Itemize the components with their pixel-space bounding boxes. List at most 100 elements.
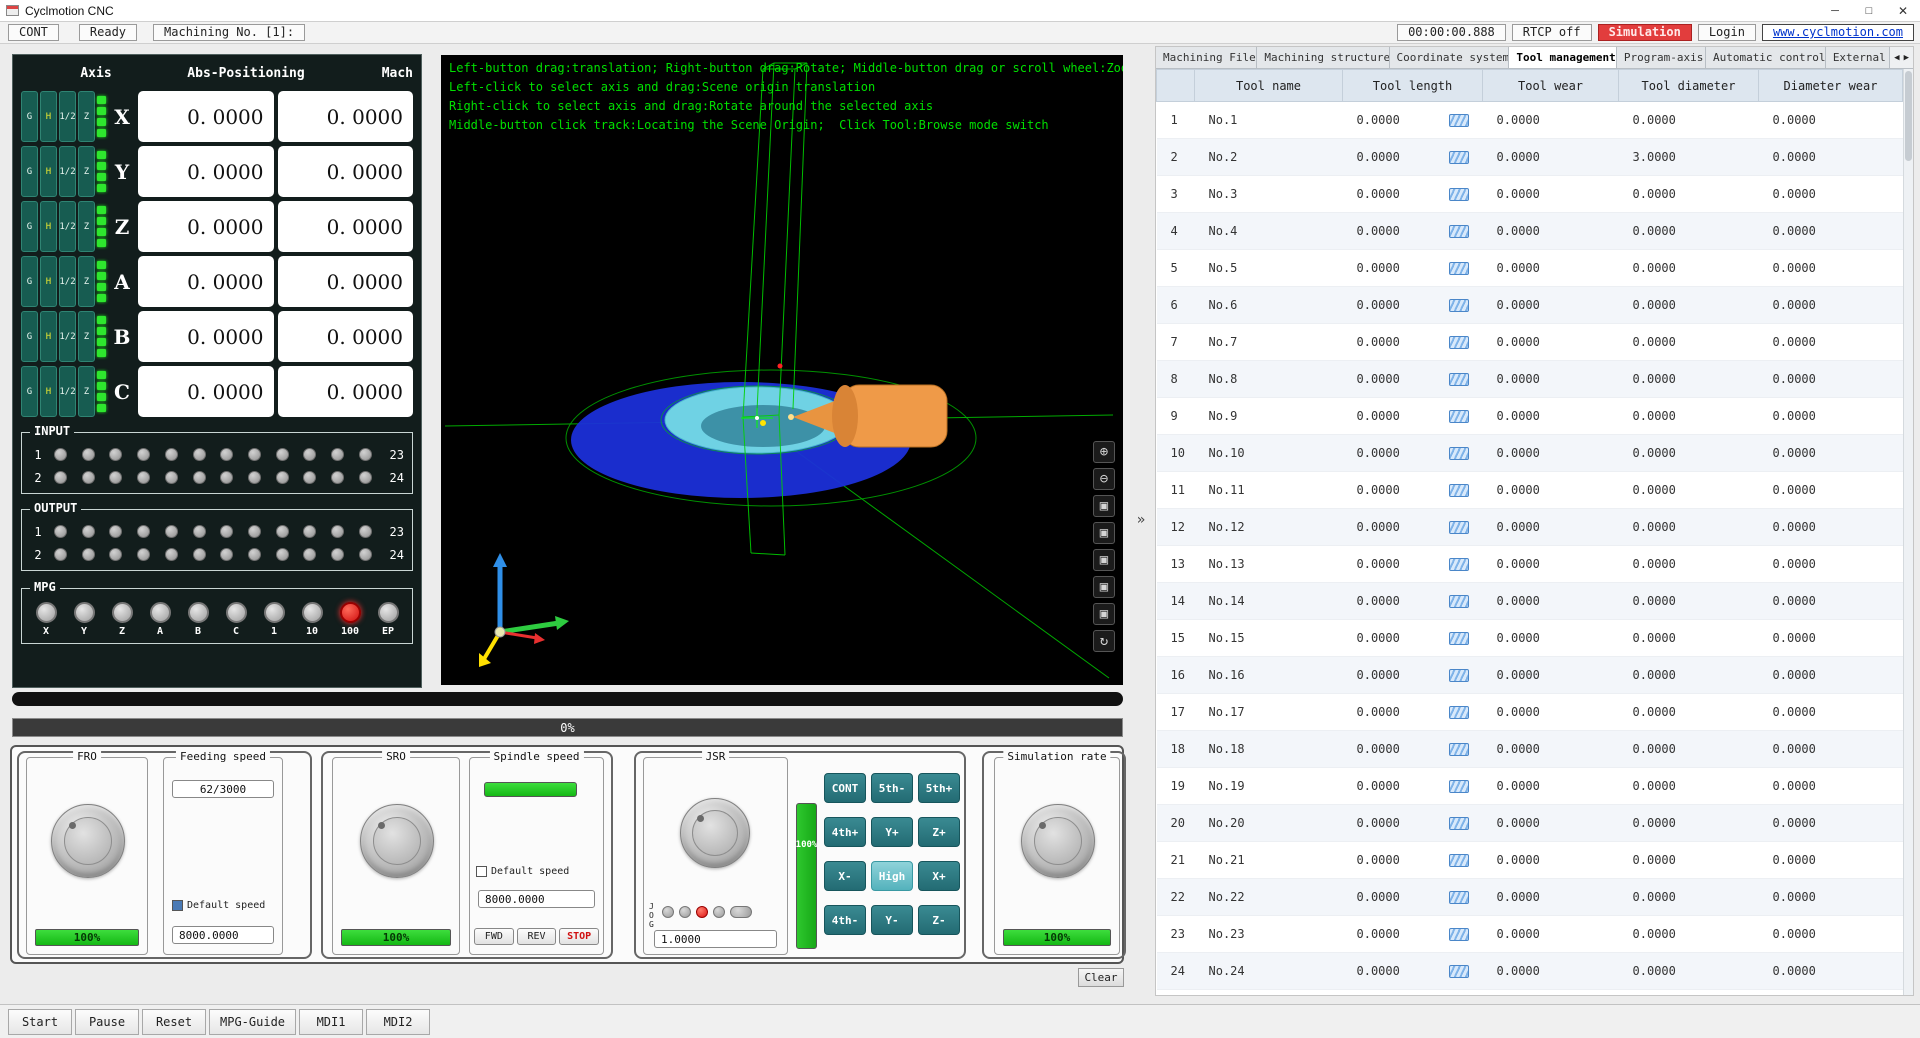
zoom-out-icon[interactable]: ⊖	[1093, 468, 1115, 490]
mpg-button-100[interactable]: 100	[334, 602, 366, 637]
axis-mode-button-h[interactable]: H	[40, 91, 57, 142]
measure-icon[interactable]	[1449, 595, 1469, 608]
pause-button[interactable]: Pause	[75, 1009, 139, 1035]
jog-button-yminus[interactable]: Y-	[871, 905, 913, 935]
jog-button-4thplus[interactable]: 4th+	[824, 817, 866, 847]
zoom-in-icon[interactable]: ⊕	[1093, 441, 1115, 463]
axis-mode-button-h[interactable]: H	[40, 311, 57, 362]
measure-icon[interactable]	[1449, 854, 1469, 867]
jog-button-yplus[interactable]: Y+	[871, 817, 913, 847]
reset-button[interactable]: Reset	[142, 1009, 206, 1035]
measure-icon[interactable]	[1449, 817, 1469, 830]
tab-next-icon[interactable]: ▶	[1903, 51, 1910, 65]
login-button[interactable]: Login	[1698, 24, 1756, 41]
axis-mode-button-h[interactable]: H	[40, 146, 57, 197]
axis-mode-button-g[interactable]: G	[21, 201, 38, 252]
axis-mode-button-1-2[interactable]: 1/2	[59, 256, 76, 307]
tool-table-row[interactable]: 18No.180.00000.00000.00000.0000	[1157, 731, 1903, 768]
feeding-default-checkbox[interactable]	[172, 900, 183, 911]
tool-table-row[interactable]: 8No.80.00000.00000.00000.0000	[1157, 361, 1903, 398]
scene-viewport[interactable]: Left-button drag:translation; Right-butt…	[441, 55, 1123, 685]
tool-table-row[interactable]: 3No.30.00000.00000.00000.0000	[1157, 176, 1903, 213]
tab-automatic-control[interactable]: Automatic control	[1706, 47, 1826, 68]
jsr-step-value[interactable]: 1.0000	[654, 930, 777, 948]
jog-button-5thplus[interactable]: 5th+	[918, 773, 960, 803]
axis-mode-button-z[interactable]: Z	[78, 201, 95, 252]
tool-table-row[interactable]: 12No.120.00000.00000.00000.0000	[1157, 509, 1903, 546]
axis-mode-button-z[interactable]: Z	[78, 311, 95, 362]
measure-icon[interactable]	[1449, 965, 1469, 978]
measure-icon[interactable]	[1449, 410, 1469, 423]
measure-icon[interactable]	[1449, 447, 1469, 460]
axis-mode-button-1-2[interactable]: 1/2	[59, 146, 76, 197]
tool-table-row[interactable]: 21No.210.00000.00000.00000.0000	[1157, 842, 1903, 879]
measure-icon[interactable]	[1449, 484, 1469, 497]
tool-table-row[interactable]: 16No.160.00000.00000.00000.0000	[1157, 657, 1903, 694]
reset-icon[interactable]: ↻	[1093, 630, 1115, 652]
tab-coordinate-system[interactable]: Coordinate system	[1390, 47, 1510, 68]
axis-mode-button-h[interactable]: H	[40, 201, 57, 252]
mpg-button-x[interactable]: X	[30, 602, 62, 637]
tool-table-row[interactable]: 22No.220.00000.00000.00000.0000	[1157, 879, 1903, 916]
measure-icon[interactable]	[1449, 928, 1469, 941]
tool-table-row[interactable]: 15No.150.00000.00000.00000.0000	[1157, 620, 1903, 657]
spindle-default-checkbox[interactable]	[476, 866, 487, 877]
measure-icon[interactable]	[1449, 669, 1469, 682]
axis-mode-button-1-2[interactable]: 1/2	[59, 366, 76, 417]
tool-table-row[interactable]: 2No.20.00000.00003.00000.0000	[1157, 139, 1903, 176]
mpg-button-b[interactable]: B	[182, 602, 214, 637]
minimize-icon[interactable]: ─	[1818, 0, 1852, 21]
table-scrollbar[interactable]	[1903, 69, 1913, 995]
measure-icon[interactable]	[1449, 114, 1469, 127]
tool-table-row[interactable]: 20No.200.00000.00000.00000.0000	[1157, 805, 1903, 842]
jog-button-cont[interactable]: CONT	[824, 773, 866, 803]
tool-table-row[interactable]: 24No.240.00000.00000.00000.0000	[1157, 953, 1903, 990]
axis-mode-button-h[interactable]: H	[40, 256, 57, 307]
rtcp-toggle[interactable]: RTCP off	[1512, 24, 1592, 41]
tool-table-row[interactable]: 17No.170.00000.00000.00000.0000	[1157, 694, 1903, 731]
axis-mode-button-g[interactable]: G	[21, 146, 38, 197]
axis-mode-button-1-2[interactable]: 1/2	[59, 311, 76, 362]
tab-machining-file[interactable]: Machining File	[1156, 47, 1257, 68]
mpg-button-1[interactable]: 1	[258, 602, 290, 637]
tool-table-row[interactable]: 7No.70.00000.00000.00000.0000	[1157, 324, 1903, 361]
tool-table-row[interactable]: 5No.50.00000.00000.00000.0000	[1157, 250, 1903, 287]
tab-tool-management[interactable]: Tool management	[1509, 47, 1617, 68]
measure-icon[interactable]	[1449, 373, 1469, 386]
jog-button-xplus[interactable]: X+	[918, 861, 960, 891]
measure-icon[interactable]	[1449, 558, 1469, 571]
measure-icon[interactable]	[1449, 780, 1469, 793]
jog-button-4thminus[interactable]: 4th-	[824, 905, 866, 935]
axis-mode-button-z[interactable]: Z	[78, 91, 95, 142]
jog-button-high[interactable]: High	[871, 861, 913, 891]
tab-program-axis[interactable]: Program-axis	[1617, 47, 1706, 68]
axis-mode-button-g[interactable]: G	[21, 311, 38, 362]
axis-mode-button-1-2[interactable]: 1/2	[59, 201, 76, 252]
copy-icon[interactable]: ▣	[1093, 522, 1115, 544]
measure-icon[interactable]	[1449, 706, 1469, 719]
tool-table-row[interactable]: 10No.100.00000.00000.00000.0000	[1157, 435, 1903, 472]
spindle-fwd-button[interactable]: FWD	[474, 928, 514, 945]
spindle-rev-button[interactable]: REV	[517, 928, 557, 945]
tool-table-row[interactable]: 23No.230.00000.00000.00000.0000	[1157, 916, 1903, 953]
axis-mode-button-g[interactable]: G	[21, 256, 38, 307]
jog-button-5thminus[interactable]: 5th-	[871, 773, 913, 803]
measure-icon[interactable]	[1449, 151, 1469, 164]
feeding-default-value[interactable]: 8000.0000	[172, 926, 274, 944]
axis-mode-button-z[interactable]: Z	[78, 256, 95, 307]
measure-icon[interactable]	[1449, 225, 1469, 238]
mdi1-button[interactable]: MDI1	[299, 1009, 363, 1035]
jog-button-zminus[interactable]: Z-	[918, 905, 960, 935]
measure-icon[interactable]	[1449, 336, 1469, 349]
tool-table-row[interactable]: 19No.190.00000.00000.00000.0000	[1157, 768, 1903, 805]
copy-icon[interactable]: ▣	[1093, 495, 1115, 517]
fro-knob[interactable]	[51, 804, 125, 878]
copy-icon[interactable]: ▣	[1093, 576, 1115, 598]
tool-table-row[interactable]: 14No.140.00000.00000.00000.0000	[1157, 583, 1903, 620]
mpg-button-a[interactable]: A	[144, 602, 176, 637]
panel-splitter[interactable]: »	[1133, 46, 1149, 994]
close-icon[interactable]: ✕	[1886, 0, 1920, 21]
tab-external[interactable]: External	[1826, 47, 1890, 68]
mpg-guide-button[interactable]: MPG-Guide	[209, 1009, 296, 1035]
tool-table-row[interactable]: 4No.40.00000.00000.00000.0000	[1157, 213, 1903, 250]
